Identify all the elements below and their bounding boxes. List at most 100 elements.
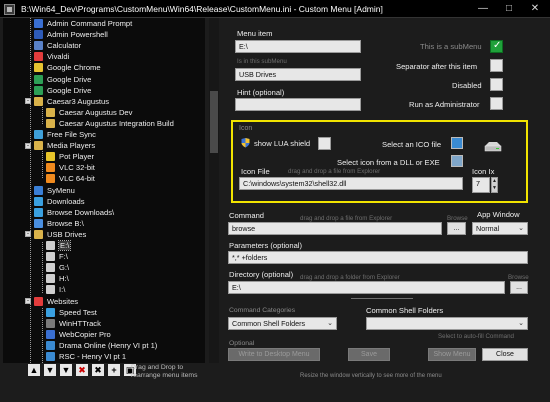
tree-item[interactable]: Caesar Augustus Integration Build — [46, 118, 174, 129]
tree-item-label: Vivaldi — [47, 52, 70, 62]
tree-item[interactable]: G:\ — [46, 262, 69, 273]
tree-item[interactable]: Drama Online (Henry VI pt 1) — [46, 340, 157, 351]
menu-item-icon — [46, 241, 55, 250]
show-menu-button[interactable]: Show Menu — [428, 348, 476, 361]
parameters-input[interactable]: *,* +folders — [228, 251, 528, 264]
scrollbar-thumb[interactable] — [210, 91, 218, 153]
move-up-button[interactable]: ▲ — [28, 364, 40, 376]
tree-item[interactable]: H:\ — [46, 273, 69, 284]
menu-item-icon — [46, 118, 55, 128]
tree-item[interactable]: RSC - Henry VI pt 1 — [46, 351, 126, 362]
tree-item[interactable]: Google Drive — [34, 85, 91, 96]
directory-browse-button[interactable]: ... — [510, 281, 528, 294]
is-submenu-label: This is a subMenu — [420, 42, 482, 51]
icon-index-spinner[interactable]: ▲ ▼ — [491, 177, 498, 193]
common-shell-folders-select[interactable]: ⌄ — [366, 317, 528, 330]
select-ico-label: Select an ICO file — [382, 140, 442, 149]
tree-item[interactable]: Speed Test — [46, 307, 97, 318]
command-categories-select[interactable]: Common Shell Folders ⌄ — [228, 317, 337, 330]
ico-file-picker-icon[interactable] — [451, 137, 463, 149]
menu-item-icon — [46, 318, 55, 328]
tree-item[interactable]: Admin Powershell — [34, 29, 108, 40]
add-item-button[interactable]: + — [108, 364, 120, 376]
tree-item[interactable]: Caesar Augustus Dev — [46, 107, 132, 118]
tree-item-label: RSC - Henry VI pt 1 — [59, 352, 127, 361]
menu-item-input[interactable]: E:\ — [235, 40, 361, 53]
tree-item[interactable]: - Websites — [25, 296, 78, 307]
icon-index-input[interactable]: 7 — [472, 177, 490, 193]
app-window-select[interactable]: Normal ⌄ — [472, 222, 528, 235]
tree-item[interactable]: SyMenu — [34, 185, 75, 196]
close-window-button[interactable]: ✕ — [522, 0, 548, 18]
tree-item[interactable]: - Caesar3 Augustus — [25, 96, 109, 107]
tree-item[interactable]: E:\ — [46, 240, 72, 251]
menu-item-icon — [34, 207, 43, 217]
collapse-icon[interactable]: - — [25, 98, 31, 105]
collapse-icon[interactable]: - — [25, 142, 31, 149]
tree-item[interactable]: Calculator — [34, 40, 81, 51]
tree-item[interactable]: - Media Players — [25, 140, 95, 151]
tree-item[interactable]: WinHTTrack — [46, 318, 101, 329]
move-bottom-button[interactable]: ▼ — [60, 364, 72, 376]
tree-item[interactable]: WebCopier Pro — [46, 329, 111, 340]
tree-item[interactable]: I:\ — [46, 284, 65, 295]
command-categories-value: Common Shell Folders — [232, 319, 306, 328]
tree-item-label: G:\ — [59, 263, 70, 273]
close-button[interactable]: Close — [482, 348, 528, 361]
icon-index-label: Icon Ix — [472, 167, 495, 176]
show-lua-checkbox[interactable] — [318, 137, 331, 150]
separator-checkbox[interactable] — [490, 59, 503, 72]
menu-item-icon — [34, 196, 43, 206]
delete-item-button[interactable]: ✖ — [76, 364, 88, 376]
tree-item-label: WinHTTrack — [59, 318, 101, 328]
collapse-icon[interactable]: - — [25, 231, 31, 238]
run-admin-checkbox[interactable] — [490, 97, 503, 110]
directory-input[interactable]: E:\ — [228, 281, 505, 294]
command-hint: drag and drop a file from Explorer — [300, 215, 393, 222]
tree-item-label: Google Drive — [47, 85, 92, 95]
tree-item-label: Google Chrome — [47, 63, 101, 73]
hint-label: Hint (optional) — [237, 88, 285, 97]
tree-item[interactable]: Vivaldi — [34, 51, 69, 62]
tree-item[interactable]: Downloads — [34, 196, 85, 207]
tree-item[interactable]: Browse Downloads\ — [34, 207, 114, 218]
write-desktop-menu-button[interactable]: Write to Desktop Menu — [228, 348, 320, 361]
tree-item[interactable]: VLC 32-bit — [46, 162, 95, 173]
tree-item-label: Downloads — [47, 196, 85, 206]
tree-item[interactable]: - USB Drives — [25, 229, 86, 240]
tree-item[interactable]: Browse B:\ — [34, 218, 84, 229]
tree-item[interactable]: Pot Player — [46, 151, 94, 162]
menu-item-icon — [46, 107, 55, 117]
menu-item-icon — [34, 85, 43, 95]
run-admin-label: Run as Administrator — [409, 100, 480, 109]
title-bar[interactable]: B:\Win64_Dev\Programs\CustomMenu\Win64\R… — [0, 0, 550, 18]
delete-submenu-button[interactable]: ✖ — [92, 364, 104, 376]
tree-scrollbar[interactable] — [209, 18, 219, 363]
tree-item[interactable]: Free File Sync — [34, 129, 96, 140]
collapse-icon[interactable]: - — [25, 298, 31, 304]
tree-item-label: Google Drive — [47, 74, 92, 84]
tree-item[interactable]: Google Chrome — [34, 62, 101, 73]
save-button[interactable]: Save — [348, 348, 390, 361]
menu-item-icon — [46, 307, 55, 317]
disabled-checkbox[interactable] — [490, 78, 503, 91]
command-browse-button[interactable]: ... — [447, 222, 466, 235]
tree-item[interactable]: VLC 64-bit — [46, 173, 95, 184]
submenu-input[interactable]: USB Drives — [235, 68, 361, 81]
minimize-button[interactable]: — — [470, 0, 496, 18]
move-down-button[interactable]: ▼ — [44, 364, 56, 376]
command-input[interactable]: browse — [228, 222, 442, 235]
hint-input[interactable] — [235, 98, 361, 111]
maximize-button[interactable]: □ — [496, 0, 522, 18]
menu-tree[interactable]: Admin Command Prompt Admin Powershell Calc… — [3, 18, 205, 363]
menu-item-icon — [46, 152, 55, 162]
menu-item-icon — [46, 274, 55, 284]
tree-item[interactable]: Google Drive — [34, 74, 91, 85]
tree-item[interactable]: F:\ — [46, 251, 68, 262]
is-submenu-checkbox[interactable] — [490, 40, 503, 53]
menu-item-label: Menu item — [237, 29, 273, 38]
tree-item[interactable]: Admin Command Prompt — [34, 18, 132, 29]
icon-file-input[interactable]: C:\windows\system32\shell32.dll — [239, 177, 463, 190]
dll-picker-icon[interactable] — [451, 155, 463, 167]
tree-item-label: Caesar Augustus Dev — [59, 107, 133, 117]
